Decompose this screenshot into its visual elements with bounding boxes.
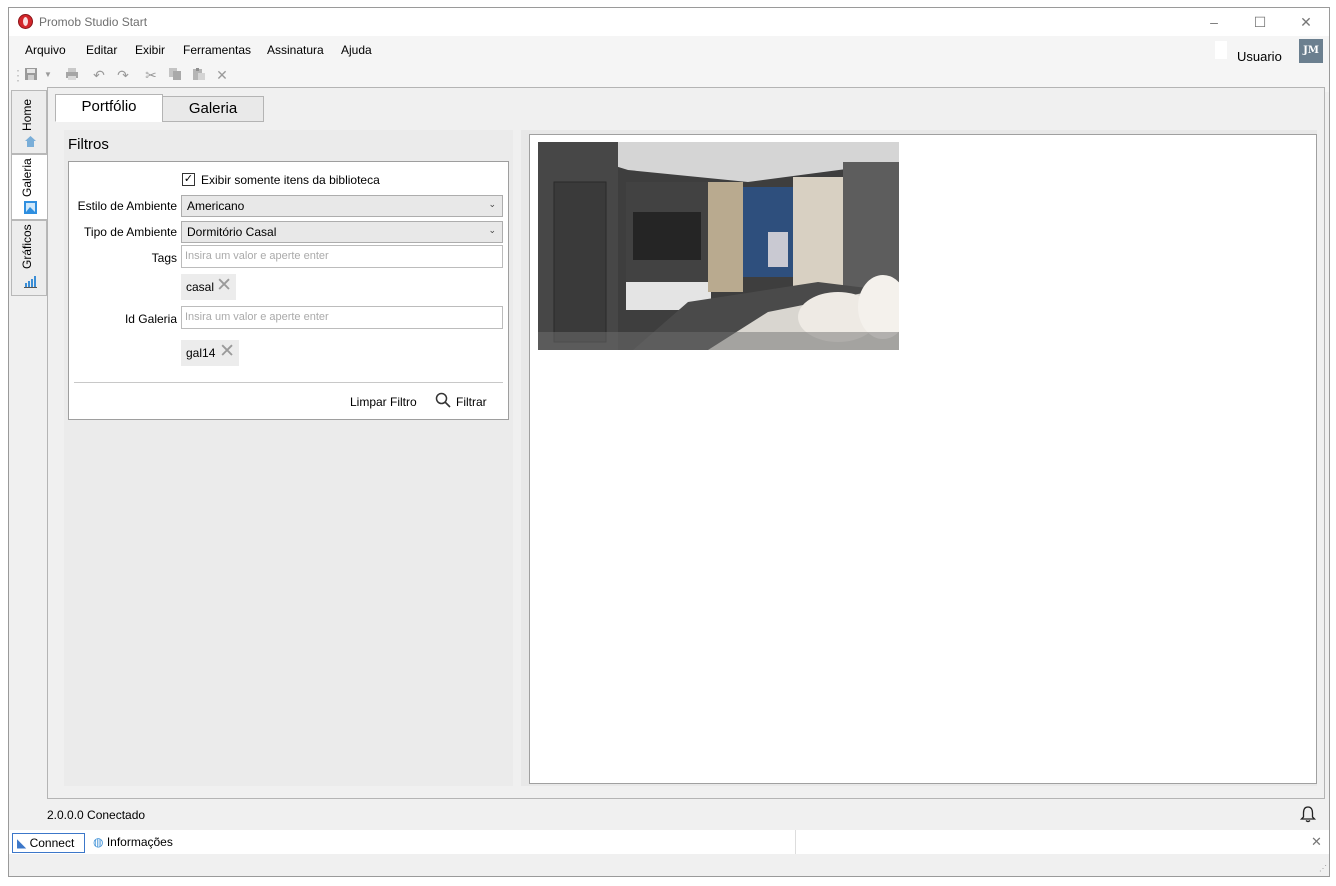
promob-logo-icon xyxy=(18,14,33,29)
tags-input[interactable]: Insira um valor e aperte enter xyxy=(181,245,503,268)
save-icon[interactable] xyxy=(23,67,39,83)
maximize-button[interactable]: ☐ xyxy=(1237,8,1283,36)
menu-ajuda[interactable]: Ajuda xyxy=(341,42,372,58)
tag-chip: casal ✕ xyxy=(181,274,236,300)
home-icon xyxy=(25,136,36,147)
copy-icon[interactable] xyxy=(167,67,183,83)
remove-id-icon[interactable]: ✕ xyxy=(219,342,235,361)
cut-icon[interactable]: ✂ xyxy=(143,67,159,83)
bottom-divider xyxy=(795,830,796,854)
tab-portfolio[interactable]: Portfólio xyxy=(55,94,163,122)
tipo-label: Tipo de Ambiente xyxy=(84,225,177,239)
close-icon[interactable]: ✕ xyxy=(1311,834,1322,850)
save-dropdown-icon[interactable]: ▼ xyxy=(40,67,56,83)
tipo-value: Dormitório Casal xyxy=(187,225,277,239)
menu-arquivo[interactable]: Arquivo xyxy=(25,42,66,58)
gallery-thumbnail-bedroom[interactable] xyxy=(538,142,899,350)
sidetab-home[interactable]: Home xyxy=(11,90,47,154)
minimize-button[interactable]: – xyxy=(1191,8,1237,36)
id-galeria-label: Id Galeria xyxy=(124,312,177,326)
bottom-tab-informacoes[interactable]: ◍ Informações xyxy=(89,833,189,853)
avatar[interactable]: JM xyxy=(1299,39,1323,63)
library-only-label: Exibir somente itens da biblioteca xyxy=(201,173,380,187)
menu-exibir[interactable]: Exibir xyxy=(135,42,165,58)
filters-title: Filtros xyxy=(68,136,109,153)
filters-divider xyxy=(74,382,503,383)
close-button[interactable]: ✕ xyxy=(1283,8,1329,36)
rss-icon: ◣ xyxy=(17,836,27,850)
remove-tag-icon[interactable]: ✕ xyxy=(216,276,232,295)
undo-icon[interactable]: ↶ xyxy=(91,67,107,83)
filters-panel: Filtros ✓ Exibir somente itens da biblio… xyxy=(64,130,513,786)
tipo-select[interactable]: Dormitório Casal ⌄ xyxy=(181,221,503,243)
redo-icon[interactable]: ↷ xyxy=(115,67,131,83)
print-icon[interactable] xyxy=(64,67,80,83)
menu-assinatura[interactable]: Assinatura xyxy=(267,42,324,58)
bottom-tab-informacoes-label: Informações xyxy=(106,835,173,849)
chevron-down-icon: ⌄ xyxy=(488,199,496,209)
window-title: Promob Studio Start xyxy=(39,15,148,29)
estilo-value: Americano xyxy=(187,199,245,213)
image-gallery-icon xyxy=(24,201,37,214)
bottom-tab-connect[interactable]: ◣ Connect xyxy=(12,833,85,853)
chevron-down-icon: ⌄ xyxy=(488,225,496,235)
id-chip-label: gal14 xyxy=(186,346,216,360)
search-icon[interactable] xyxy=(435,392,453,410)
side-tabs: Home Galeria Gráficos xyxy=(11,90,49,296)
main-content: Portfólio Galeria Filtros ✓ Exibir somen… xyxy=(47,87,1325,799)
filter-button[interactable]: Filtrar xyxy=(456,395,487,409)
menu-editar[interactable]: Editar xyxy=(86,42,117,58)
id-chip: gal14 ✕ xyxy=(181,340,239,366)
resize-grip-icon[interactable]: ⋰ xyxy=(1319,864,1327,873)
bell-icon[interactable] xyxy=(1299,805,1317,823)
chart-icon xyxy=(24,276,37,288)
paste-icon[interactable] xyxy=(191,67,207,83)
user-status-box xyxy=(1215,41,1227,59)
sidetab-galeria[interactable]: Galeria xyxy=(11,154,47,220)
tag-chip-label: casal xyxy=(186,280,215,294)
sidetab-graficos[interactable]: Gráficos xyxy=(11,220,47,296)
user-label[interactable]: Usuario xyxy=(1237,49,1282,64)
estilo-label: Estilo de Ambiente xyxy=(77,199,177,213)
estilo-select[interactable]: Americano ⌄ xyxy=(181,195,503,217)
toolbar-grip-icon: ⋮ xyxy=(11,67,25,83)
bottom-bar: ◣ Connect ◍ Informações ✕ xyxy=(9,830,1329,854)
gallery-box xyxy=(529,134,1317,784)
tab-galeria[interactable]: Galeria xyxy=(162,96,264,122)
tags-label: Tags xyxy=(151,251,177,265)
sidetab-graficos-label: Gráficos xyxy=(20,224,34,269)
status-text: 2.0.0.0 Conectado xyxy=(47,808,146,822)
app-window: Promob Studio Start – ☐ ✕ Arquivo Editar… xyxy=(8,7,1330,877)
sidetab-galeria-label: Galeria xyxy=(20,158,34,197)
gallery-panel xyxy=(521,130,1317,786)
menu-bar: Arquivo Editar Exibir Ferramentas Assina… xyxy=(9,36,1329,92)
menu-ferramentas[interactable]: Ferramentas xyxy=(183,42,251,58)
bottom-tab-connect-label: Connect xyxy=(29,836,75,850)
title-bar: Promob Studio Start – ☐ ✕ xyxy=(9,8,1329,36)
id-galeria-input[interactable]: Insira um valor e aperte enter xyxy=(181,306,503,329)
delete-icon[interactable]: ✕ xyxy=(214,67,230,83)
clear-filter-button[interactable]: Limpar Filtro xyxy=(350,395,417,409)
globe-icon: ◍ xyxy=(93,835,104,849)
filters-box: ✓ Exibir somente itens da biblioteca Est… xyxy=(68,161,509,420)
library-only-checkbox[interactable]: ✓ xyxy=(182,173,195,186)
sidetab-home-label: Home xyxy=(20,98,34,131)
